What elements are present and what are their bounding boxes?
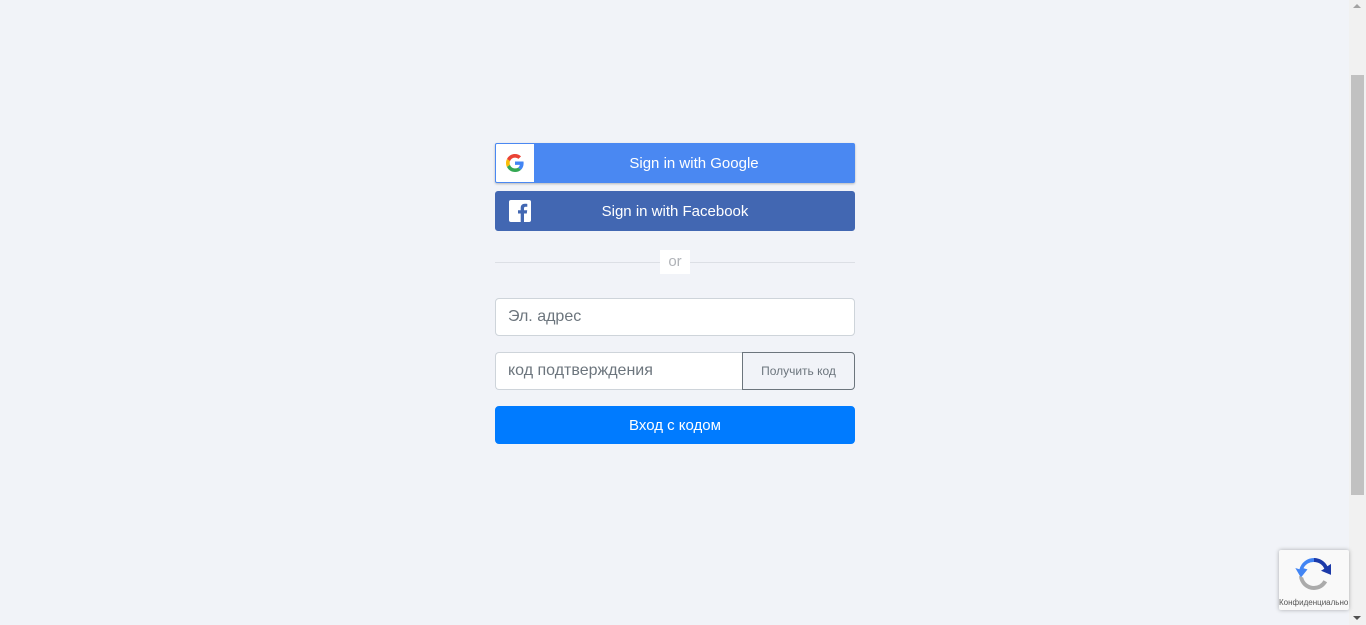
scroll-down-arrow-icon[interactable] xyxy=(1353,616,1361,620)
scrollbar-thumb[interactable] xyxy=(1351,75,1364,495)
facebook-icon xyxy=(496,192,544,230)
get-code-button[interactable]: Получить код xyxy=(742,352,855,390)
recaptcha-privacy-text[interactable]: Конфиденциально xyxy=(1279,598,1349,607)
facebook-signin-button[interactable]: Sign in with Facebook xyxy=(495,191,855,231)
verification-code-input[interactable] xyxy=(495,352,742,390)
facebook-signin-label: Sign in with Facebook xyxy=(601,202,749,220)
login-with-code-button[interactable]: Вход с кодом xyxy=(495,406,855,444)
or-divider: or xyxy=(495,250,855,274)
google-icon xyxy=(496,144,534,182)
login-page: Sign in with Google Sign in with Faceboo… xyxy=(0,0,1366,625)
login-form: Sign in with Google Sign in with Faceboo… xyxy=(495,143,855,444)
email-input[interactable] xyxy=(495,298,855,336)
divider-text: or xyxy=(660,250,690,274)
recaptcha-logo-icon xyxy=(1295,554,1333,599)
scroll-up-arrow-icon[interactable] xyxy=(1353,4,1361,8)
google-signin-button[interactable]: Sign in with Google xyxy=(495,143,855,183)
vertical-scrollbar[interactable] xyxy=(1349,0,1366,625)
recaptcha-badge[interactable]: Конфиденциально xyxy=(1279,550,1349,610)
verification-code-row: Получить код xyxy=(495,352,855,390)
google-signin-label: Sign in with Google xyxy=(629,154,759,172)
